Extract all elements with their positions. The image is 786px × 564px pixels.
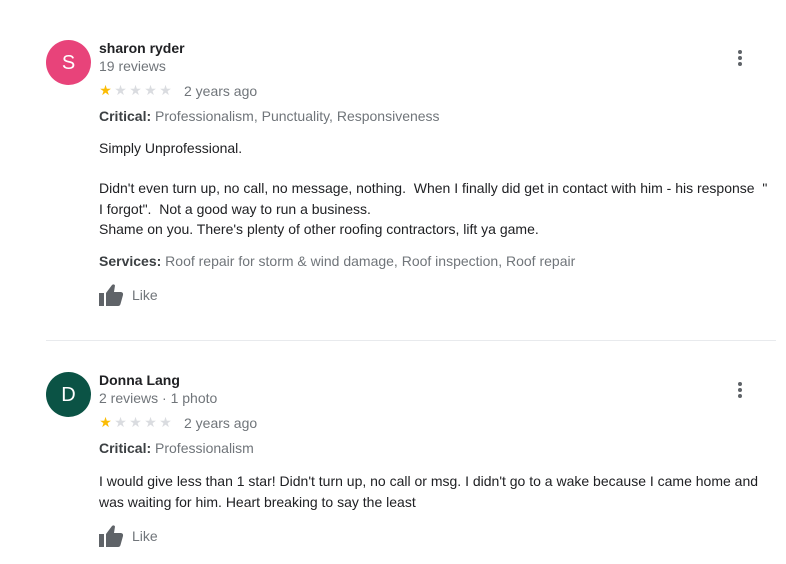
like-button[interactable]: Like	[98, 524, 158, 548]
more-vert-icon	[738, 382, 742, 386]
star-empty-icon: ★	[144, 82, 157, 98]
like-label: Like	[132, 528, 158, 544]
star-empty-icon: ★	[114, 82, 127, 98]
services-value: Roof repair for storm & wind damage, Roo…	[165, 253, 576, 269]
more-vert-icon	[738, 50, 742, 54]
star-empty-icon: ★	[114, 414, 127, 430]
critical-label: Critical:	[99, 108, 152, 124]
critical-label: Critical:	[99, 440, 152, 456]
like-button[interactable]: Like	[98, 283, 158, 307]
avatar[interactable]: S	[46, 40, 91, 85]
more-options-button[interactable]	[730, 48, 750, 68]
review-text-para-1: I would give less than 1 star! Didn't tu…	[99, 473, 762, 510]
review-text-para-2: Didn't even turn up, no call, no message…	[99, 180, 768, 237]
star-rating: ★ ★ ★ ★ ★	[98, 82, 173, 99]
avatar[interactable]: D	[46, 372, 91, 417]
divider	[46, 340, 776, 341]
reviewer-name[interactable]: Donna Lang	[99, 372, 180, 388]
star-empty-icon: ★	[159, 82, 172, 98]
like-label: Like	[132, 287, 158, 303]
review-text-para-1: Simply Unprofessional.	[99, 140, 243, 156]
star-empty-icon: ★	[144, 414, 157, 430]
services-line: Services: Roof repair for storm & wind d…	[99, 253, 575, 269]
star-empty-icon: ★	[129, 82, 142, 98]
critical-line: Critical: Professionalism, Punctuality, …	[99, 108, 440, 124]
more-options-button[interactable]	[730, 380, 750, 400]
reviewer-meta[interactable]: 2 reviews · 1 photo	[99, 390, 217, 406]
star-filled-icon: ★	[99, 414, 112, 430]
star-empty-icon: ★	[159, 414, 172, 430]
critical-value: Professionalism, Punctuality, Responsive…	[155, 108, 440, 124]
star-rating: ★ ★ ★ ★ ★	[98, 414, 173, 431]
star-filled-icon: ★	[99, 82, 112, 98]
thumbs-up-icon	[99, 284, 124, 306]
reviewer-name[interactable]: sharon ryder	[99, 40, 185, 56]
avatar-letter: S	[61, 51, 76, 74]
review-date: 2 years ago	[184, 415, 258, 431]
services-label: Services:	[99, 253, 162, 269]
reviewer-meta[interactable]: 19 reviews	[99, 58, 166, 74]
critical-value: Professionalism	[155, 440, 254, 456]
review-date: 2 years ago	[184, 83, 258, 99]
avatar-letter: D	[61, 383, 76, 406]
thumbs-up-icon	[99, 525, 124, 547]
star-empty-icon: ★	[129, 414, 142, 430]
critical-line: Critical: Professionalism	[99, 440, 254, 456]
